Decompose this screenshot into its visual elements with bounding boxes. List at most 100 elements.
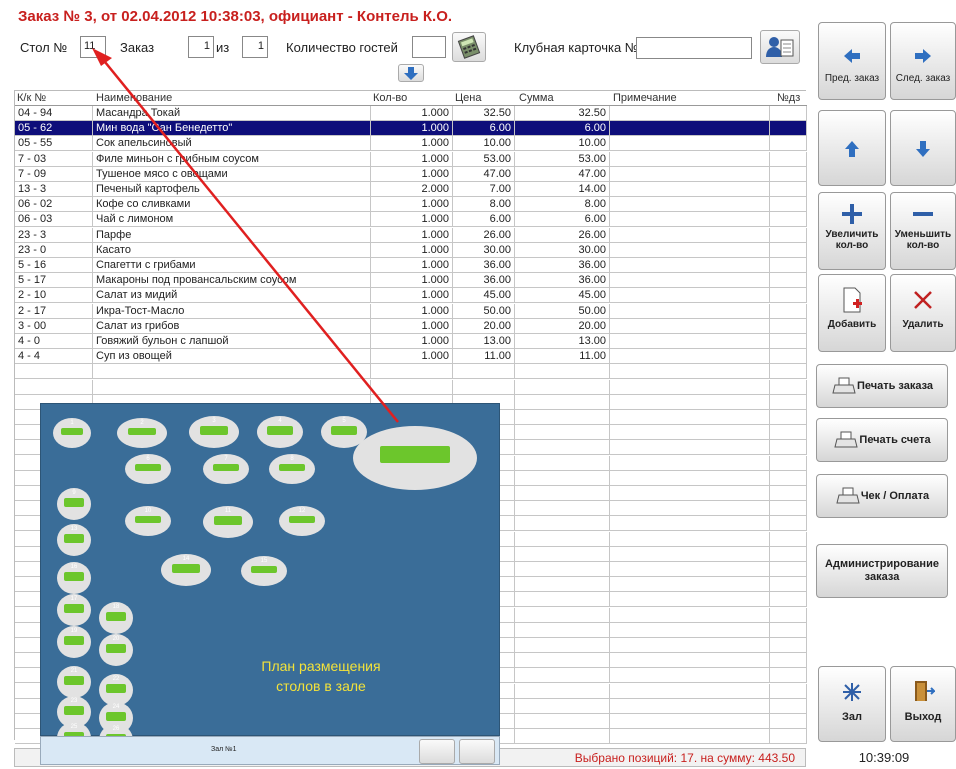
table-cell: [610, 166, 770, 182]
table-row[interactable]: 2 - 10 Салат из мидий 1.000 45.00 45.00: [15, 288, 807, 304]
table-row[interactable]: 23 - 0 Касато 1.000 30.00 30.00: [15, 242, 807, 258]
table-cell: [770, 410, 807, 425]
hall-table[interactable]: 15: [241, 556, 287, 586]
hall-table[interactable]: 17: [57, 594, 91, 626]
table-cell: 30.00: [453, 242, 515, 258]
table-row[interactable]: 5 - 16 Спагетти с грибами 1.000 36.00 36.00: [15, 258, 807, 273]
table-cell: 1.000: [371, 334, 453, 349]
club-card-field[interactable]: [636, 37, 752, 59]
table-cell: 6.00: [453, 121, 515, 137]
next-order-button[interactable]: След. заказ: [890, 22, 956, 100]
guests-field[interactable]: [412, 36, 446, 58]
hall-table[interactable]: 10: [125, 506, 171, 536]
delete-item-button[interactable]: Удалить: [890, 274, 956, 352]
hall-table[interactable]: 12: [279, 506, 325, 536]
table-cell: 36.00: [453, 273, 515, 289]
print-order-button[interactable]: Печать заказа: [816, 364, 948, 408]
table-row[interactable]: 2 - 17 Икра-Тост-Масло 1.000 50.00 50.00: [15, 303, 807, 319]
table-cell: Икра-Тост-Масло: [93, 303, 371, 319]
hall-table[interactable]: 14: [161, 554, 211, 586]
move-up-button[interactable]: [818, 110, 886, 186]
table-cell: [610, 470, 770, 486]
table-row[interactable]: 23 - 3 Парфе 1.000 26.00 26.00: [15, 227, 807, 243]
table-row[interactable]: 05 - 62 Мин вода "Сан Бенедетто" 1.000 6.00…: [15, 121, 807, 137]
table-cell: [610, 349, 770, 365]
table-shape-icon: [128, 427, 156, 436]
club-card-button[interactable]: [760, 30, 800, 64]
table-cell: 1.000: [371, 121, 453, 137]
club-card-icon: [766, 37, 794, 57]
calculator-button[interactable]: [452, 32, 486, 62]
hall-table[interactable]: 9: [57, 488, 91, 520]
hall-table[interactable]: 21: [57, 666, 91, 698]
move-down-button[interactable]: [890, 110, 956, 186]
table-cell: [770, 501, 807, 517]
table-row[interactable]: 13 - 3 Печеный картофель 2.000 7.00 14.00: [15, 182, 807, 197]
table-row[interactable]: 06 - 03 Чай с лимоном 1.000 6.00 6.00: [15, 212, 807, 228]
table-cell: [770, 273, 807, 289]
table-number-field[interactable]: 11: [80, 36, 106, 58]
exit-button[interactable]: Выход: [890, 666, 956, 742]
table-row[interactable]: 7 - 03 Филе миньон с грибным соусом 1.000 5…: [15, 151, 807, 167]
table-row[interactable]: 3 - 00 Салат из грибов 1.000 20.00 20.00: [15, 318, 807, 334]
table-cell: [770, 486, 807, 501]
table-row[interactable]: 4 - 0 Говяжий бульон с лапшой 1.000 13.00 13…: [15, 334, 807, 349]
prev-order-button[interactable]: Пред. заказ: [818, 22, 886, 100]
table-row[interactable]: 05 - 55 Сок апельсиновый 1.000 10.00 10.00: [15, 136, 807, 152]
table-row[interactable]: 4 - 4 Суп из овощей 1.000 11.00 11.00: [15, 349, 807, 365]
table-cell: [770, 197, 807, 213]
table-cell: [371, 379, 453, 395]
table-row[interactable]: 06 - 02 Кофе со сливками 1.000 8.00 8.00: [15, 197, 807, 213]
prev-order-label: Пред. заказ: [824, 73, 880, 84]
hall-table[interactable]: 3: [189, 416, 239, 448]
hall-table[interactable]: 6: [125, 454, 171, 484]
hall-table[interactable]: 16: [57, 562, 91, 594]
club-card-label: Клубная карточка №: [514, 40, 639, 55]
decrease-quantity-button[interactable]: Уменьшить кол-во: [890, 192, 956, 270]
table-row[interactable]: 04 - 94 Масандра Токай 1.000 32.50 32.50: [15, 106, 807, 121]
table-cell: 1.000: [371, 212, 453, 228]
hall-table[interactable]: 19: [57, 626, 91, 658]
table-cell: [770, 531, 807, 547]
table-shape-icon: [251, 565, 277, 574]
table-cell: 13.00: [515, 334, 610, 349]
hall-table[interactable]: 7: [203, 454, 249, 484]
hall-table[interactable]: 8: [269, 454, 315, 484]
table-cell: [610, 106, 770, 121]
hall-table-selected[interactable]: [353, 426, 477, 490]
order-admin-button[interactable]: Администрирование заказа: [816, 544, 948, 598]
hall-table[interactable]: 11: [203, 506, 253, 538]
cross-icon: [914, 291, 932, 309]
table-row[interactable]: [15, 364, 807, 380]
order-admin-label: Администрирование заказа: [825, 558, 939, 583]
hall-name: Зал №1: [211, 746, 237, 753]
table-cell: 06 - 03: [15, 212, 93, 228]
hall-plan-tool-button[interactable]: [459, 739, 495, 764]
table-row[interactable]: [15, 379, 807, 395]
hall-table[interactable]: 4: [257, 416, 303, 448]
hall-table-number: 15: [260, 558, 268, 564]
print-bill-button[interactable]: Печать счета: [816, 418, 948, 462]
hall-table[interactable]: 20: [99, 634, 133, 666]
increase-quantity-button[interactable]: Увеличить кол-во: [818, 192, 886, 270]
expand-header-button[interactable]: [398, 64, 424, 82]
table-cell: 13 - 3: [15, 182, 93, 197]
order-count-field[interactable]: 1: [242, 36, 268, 58]
table-cell: [515, 394, 610, 410]
hall-table-number: 26: [112, 726, 120, 732]
table-cell: 2.000: [371, 182, 453, 197]
table-cell: Мин вода "Сан Бенедетто": [93, 121, 371, 137]
check-payment-button[interactable]: Чек / Оплата: [816, 474, 948, 518]
hall-table[interactable]: 18: [99, 602, 133, 634]
add-item-button[interactable]: Добавить: [818, 274, 886, 352]
table-row[interactable]: 5 - 17 Макароны под провансальским соусом…: [15, 273, 807, 289]
table-row[interactable]: 7 - 09 Тушеное мясо с овощами 1.000 47.00 47…: [15, 166, 807, 182]
hall-table[interactable]: 13: [57, 524, 91, 556]
hall-plan-tool-button[interactable]: [419, 739, 455, 764]
hall-table[interactable]: 1: [53, 418, 91, 448]
table-cell: 8.00: [453, 197, 515, 213]
column-header: Цена: [455, 92, 482, 104]
hall-button[interactable]: Зал: [818, 666, 886, 742]
order-number-field[interactable]: 1: [188, 36, 214, 58]
hall-table[interactable]: 2: [117, 418, 167, 448]
